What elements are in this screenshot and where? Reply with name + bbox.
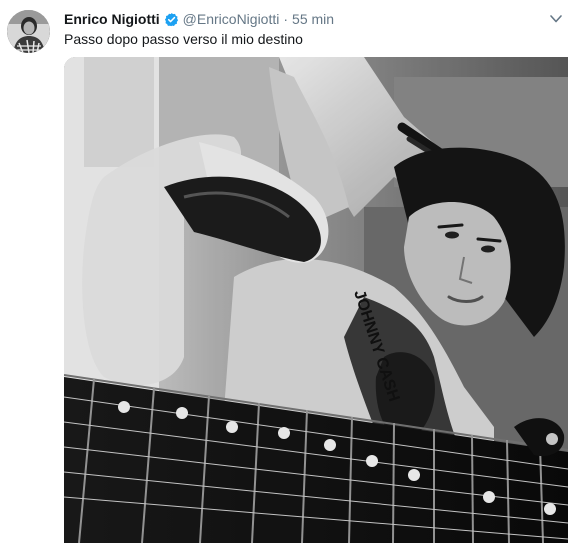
tweet-text: Passo dopo passo verso il mio destino (64, 31, 303, 47)
chevron-down-icon[interactable] (548, 12, 564, 26)
photo-image: JOHNNY CASH (64, 57, 568, 543)
tweet-header: Enrico Nigiotti @EnricoNigiotti · 55 min (64, 10, 538, 28)
tweet[interactable]: Enrico Nigiotti @EnricoNigiotti · 55 min… (0, 0, 568, 543)
verified-badge-icon (164, 12, 179, 27)
tweet-timestamp[interactable]: 55 min (292, 10, 334, 28)
avatar[interactable] (7, 10, 50, 53)
tweet-photo[interactable]: JOHNNY CASH (64, 57, 568, 543)
author-handle[interactable]: @EnricoNigiotti (183, 10, 280, 28)
author-name[interactable]: Enrico Nigiotti (64, 10, 160, 28)
avatar-image (7, 10, 50, 53)
header-separator: · (283, 11, 289, 27)
